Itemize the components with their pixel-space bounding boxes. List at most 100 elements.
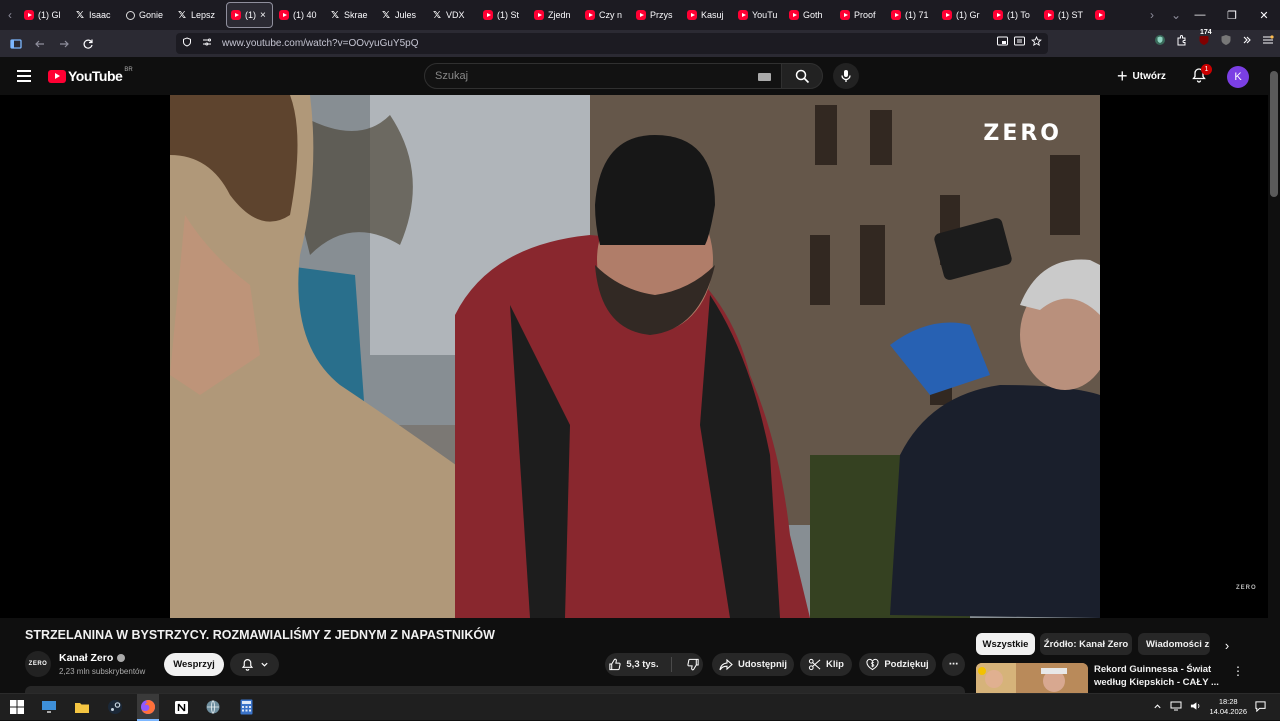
browser-tab[interactable]: 𝕏 VDX bbox=[428, 2, 479, 28]
chip-all[interactable]: Wszystkie bbox=[976, 633, 1035, 655]
bookmark-star-icon[interactable] bbox=[1031, 35, 1042, 50]
chip-source-channel[interactable]: Źródło: Kanał Zero bbox=[1040, 633, 1132, 655]
browser-tab[interactable]: 𝕏 Skrae bbox=[326, 2, 377, 28]
app-menu-icon[interactable] bbox=[1262, 35, 1274, 48]
guide-menu-icon[interactable] bbox=[17, 70, 31, 85]
tray-expand-icon[interactable] bbox=[1153, 702, 1162, 713]
shield-icon[interactable] bbox=[182, 37, 192, 50]
taskbar-app-notion[interactable] bbox=[172, 698, 190, 716]
taskbar-app-calculator[interactable] bbox=[237, 698, 255, 716]
back-button[interactable] bbox=[28, 32, 52, 56]
browser-tab[interactable]: 𝕏 Isaac bbox=[71, 2, 122, 28]
tab-list-dropdown-button[interactable]: ⌄ bbox=[1166, 0, 1186, 30]
minimize-button[interactable]: — bbox=[1184, 0, 1216, 30]
page-scrollbar[interactable] bbox=[1268, 57, 1280, 693]
thanks-button[interactable]: Podziękuj bbox=[859, 653, 936, 676]
recommendation-thumbnail[interactable] bbox=[976, 663, 1088, 693]
clip-button[interactable]: Klip bbox=[800, 653, 852, 676]
picture-in-picture-icon[interactable] bbox=[997, 36, 1008, 50]
recommendation-title[interactable]: Rekord Guinnessa - Świat według Kiepskic… bbox=[1094, 663, 1219, 689]
channel-name[interactable]: Kanał Zero bbox=[59, 652, 113, 664]
search-button[interactable] bbox=[781, 63, 823, 89]
tab-list: (1) Gl 𝕏 Isaac Gonie 𝕏 Lepsz (1) × (1) 40 𝕏 Skrae 𝕏… bbox=[20, 2, 1142, 28]
browser-tab[interactable]: Czy n bbox=[581, 2, 632, 28]
video-frame[interactable]: ZERO bbox=[170, 95, 1100, 618]
youtube-favicon-icon bbox=[1044, 10, 1054, 20]
notification-center-icon[interactable] bbox=[1255, 700, 1266, 714]
tab-close-icon[interactable]: × bbox=[260, 10, 266, 21]
x-favicon-icon: 𝕏 bbox=[75, 9, 85, 21]
page-settings-icon[interactable] bbox=[202, 37, 212, 50]
voice-search-button[interactable] bbox=[833, 63, 859, 89]
browser-tab[interactable] bbox=[1091, 2, 1142, 28]
tab-scroll-right-button[interactable]: › bbox=[1142, 0, 1162, 30]
browser-tab[interactable]: Gonie bbox=[122, 2, 173, 28]
browser-tab[interactable]: (1) St bbox=[479, 2, 530, 28]
browser-tab[interactable]: (1) × bbox=[226, 2, 273, 28]
recommendation-menu-icon[interactable]: ⋮ bbox=[1232, 664, 1244, 678]
start-button[interactable] bbox=[8, 698, 26, 716]
like-button[interactable]: 5,3 tys. bbox=[608, 657, 672, 672]
chip-news[interactable]: Wiadomości z bbox=[1138, 633, 1210, 655]
browser-tab[interactable]: (1) Gr bbox=[938, 2, 989, 28]
more-actions-button[interactable]: ⋯ bbox=[942, 653, 965, 676]
subscription-bell-button[interactable] bbox=[230, 653, 279, 676]
browser-tab-label: Kasuj bbox=[701, 10, 724, 20]
privacy-badger-icon[interactable] bbox=[1220, 34, 1232, 49]
address-bar[interactable]: www.youtube.com/watch?v=OOvyuGuY5pQ bbox=[176, 33, 1048, 54]
browser-tab[interactable]: (1) To bbox=[989, 2, 1040, 28]
scrollbar-thumb[interactable] bbox=[1270, 71, 1278, 197]
tab-scroll-left-button[interactable]: ‹ bbox=[0, 0, 20, 30]
browser-tab[interactable]: Kasuj bbox=[683, 2, 734, 28]
channel-name-row[interactable]: Kanał Zero bbox=[59, 652, 126, 664]
browser-tab[interactable]: (1) Gl bbox=[20, 2, 71, 28]
vpn-shield-icon[interactable] bbox=[1154, 34, 1166, 49]
maximize-button[interactable]: ❐ bbox=[1216, 0, 1248, 30]
browser-tab[interactable]: Zjedn bbox=[530, 2, 581, 28]
browser-tab[interactable]: YouTu bbox=[734, 2, 785, 28]
browser-tab[interactable]: Goth bbox=[785, 2, 836, 28]
youtube-logo[interactable]: YouTube BR bbox=[48, 67, 133, 84]
taskbar-app-firefox[interactable] bbox=[139, 698, 157, 716]
network-icon[interactable] bbox=[1170, 701, 1182, 713]
browser-tab-label: (1) To bbox=[1007, 10, 1030, 20]
description-box[interactable] bbox=[25, 686, 965, 693]
browser-tab-label: (1) bbox=[245, 10, 256, 20]
notifications-button[interactable]: 1 bbox=[1191, 64, 1212, 88]
channel-avatar[interactable]: ZERO bbox=[25, 651, 51, 677]
taskbar-app-explorer[interactable] bbox=[73, 698, 91, 716]
browser-tab[interactable]: 𝕏 Lepsz bbox=[173, 2, 224, 28]
taskbar-app-globe[interactable] bbox=[204, 698, 222, 716]
share-button[interactable]: Udostępnij bbox=[712, 653, 794, 676]
browser-tab[interactable]: 𝕏 Jules bbox=[377, 2, 428, 28]
video-player[interactable]: ZERO ZERO bbox=[0, 95, 1268, 618]
search-icon bbox=[795, 69, 809, 83]
video-watermark: ZERO bbox=[983, 121, 1062, 146]
youtube-favicon-icon bbox=[279, 10, 289, 20]
search-input[interactable] bbox=[435, 70, 735, 82]
browser-tab[interactable]: Przys bbox=[632, 2, 683, 28]
url-text[interactable]: www.youtube.com/watch?v=OOvyuGuY5pQ bbox=[222, 38, 418, 49]
extensions-puzzle-icon[interactable] bbox=[1176, 34, 1188, 49]
close-window-button[interactable]: ✕ bbox=[1248, 0, 1280, 30]
system-clock[interactable]: 18:28 14.04.2026 bbox=[1209, 697, 1247, 717]
forward-button[interactable] bbox=[52, 32, 76, 56]
browser-tab[interactable]: (1) 71 bbox=[887, 2, 938, 28]
taskbar-app-monitor[interactable] bbox=[40, 698, 58, 716]
reload-button[interactable] bbox=[76, 32, 100, 56]
overflow-chevron-icon[interactable] bbox=[1242, 35, 1252, 48]
taskbar-app-steam[interactable] bbox=[106, 698, 124, 716]
create-button[interactable]: + Utwórz bbox=[1117, 65, 1166, 87]
chips-next-arrow-icon[interactable]: › bbox=[1218, 636, 1236, 654]
dislike-button[interactable] bbox=[677, 658, 700, 671]
ublock-icon[interactable]: 174 bbox=[1198, 29, 1212, 49]
browser-tab[interactable]: (1) ST bbox=[1040, 2, 1091, 28]
keyboard-icon[interactable] bbox=[758, 73, 771, 81]
volume-icon[interactable] bbox=[1190, 701, 1201, 713]
browser-tab[interactable]: (1) 40 bbox=[275, 2, 326, 28]
browser-tab[interactable]: Proof bbox=[836, 2, 887, 28]
reader-view-icon[interactable] bbox=[1014, 36, 1025, 50]
support-button[interactable]: Wesprzyj bbox=[164, 653, 224, 676]
account-avatar[interactable]: K bbox=[1227, 66, 1249, 88]
sidebar-toggle-button[interactable] bbox=[4, 32, 28, 56]
